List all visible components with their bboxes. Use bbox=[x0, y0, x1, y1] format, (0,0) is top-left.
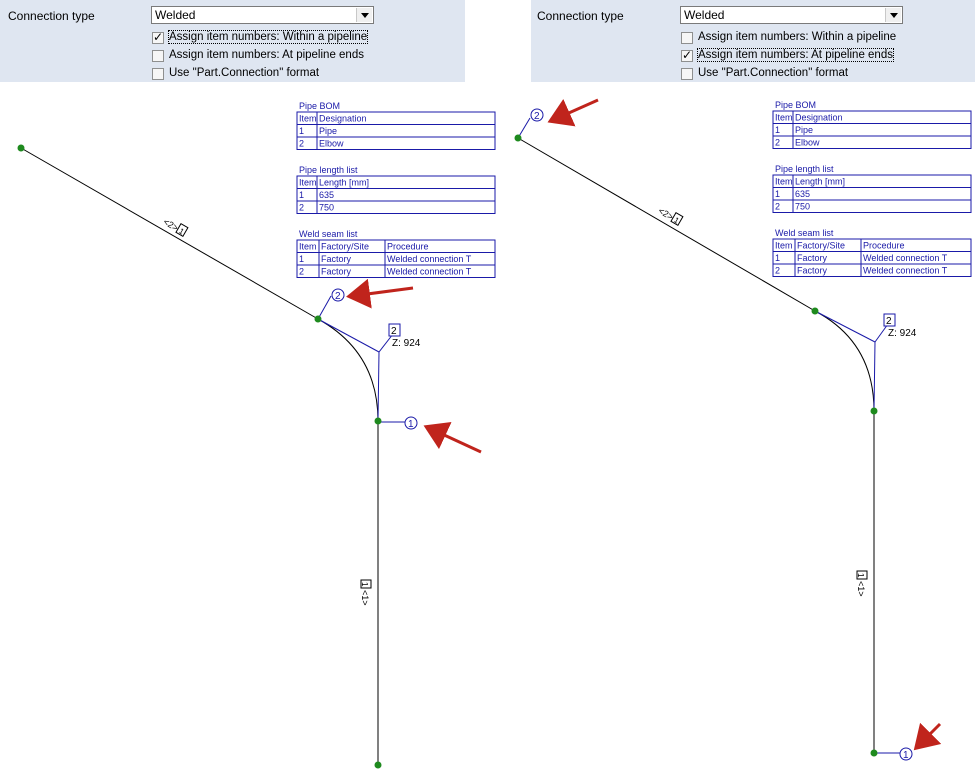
right-pipe-tag-lower-text: <1> bbox=[856, 581, 866, 597]
right-pipe-tag-lower-box-text: 1 bbox=[856, 573, 865, 578]
left-elbow-arc bbox=[317, 318, 379, 422]
left-pipe-tag-upper: <2> 1 bbox=[162, 217, 189, 238]
right-pipe-upper bbox=[517, 137, 816, 312]
right-elbow-leader-a bbox=[814, 310, 876, 343]
table-header-cell: Item bbox=[299, 178, 317, 188]
right-elbow-tag-text: 2 bbox=[886, 316, 892, 327]
right-node-elbow-start bbox=[811, 307, 819, 315]
left-elbow-leader-b bbox=[377, 351, 380, 422]
left-elbow-tag-text: 2 bbox=[391, 326, 397, 337]
table-header-cell: Item bbox=[775, 113, 793, 123]
left-table-pipe-length: Pipe length list Item Length [mm] 1 635 2 750 bbox=[296, 165, 496, 214]
right-highlight-arrow-a bbox=[547, 98, 599, 127]
table-cell: Welded connection T bbox=[863, 253, 948, 263]
table-cell: Elbow bbox=[319, 139, 344, 149]
right-node-end bbox=[870, 749, 878, 757]
table-cell: 2 bbox=[775, 202, 780, 212]
right-table-title: Weld seam list bbox=[775, 228, 834, 238]
right-table-title: Pipe length list bbox=[775, 164, 834, 174]
left-highlight-arrow-a bbox=[346, 278, 414, 309]
table-header-cell: Length [mm] bbox=[319, 178, 369, 188]
tables-layer: Pipe BOMItem Designation1 Pipe2 ElbowPipe l… bbox=[296, 100, 972, 278]
right-weld-marker-2-text: 2 bbox=[534, 111, 540, 122]
table-header-cell: Factory/Site bbox=[797, 241, 845, 251]
right-highlight-arrow-b bbox=[913, 722, 942, 751]
left-pipe-tag-lower-text: <1> bbox=[360, 590, 370, 606]
left-weld-marker-1-text: 1 bbox=[408, 419, 414, 430]
right-node-elbow-end bbox=[870, 407, 878, 415]
table-header-cell: Item bbox=[299, 242, 317, 252]
table-cell: 750 bbox=[795, 202, 810, 212]
drawing-canvas: 2 Z: 924 2 1 <2> 1 1 <1> 2 Z: 924 2 1 <2… bbox=[17, 98, 972, 769]
left-node-start bbox=[17, 144, 25, 152]
table-cell: Factory bbox=[797, 266, 828, 276]
left-node-end bbox=[374, 761, 382, 769]
right-pipe-tag-lower: 1 <1> bbox=[856, 570, 868, 597]
table-cell: 1 bbox=[299, 254, 304, 264]
left-highlight-arrow-b bbox=[423, 421, 482, 454]
left-node-elbow-end bbox=[374, 417, 382, 425]
left-table-title: Weld seam list bbox=[299, 229, 358, 239]
table-cell: 1 bbox=[775, 125, 780, 135]
left-table-title: Pipe length list bbox=[299, 165, 358, 175]
table-cell: Elbow bbox=[795, 138, 820, 148]
right-table-pipe-length: Pipe length list Item Length [mm] 1 635 2 750 bbox=[772, 164, 972, 213]
table-cell: 2 bbox=[299, 203, 304, 213]
left-table-title: Pipe BOM bbox=[299, 101, 340, 111]
table-cell: 1 bbox=[299, 126, 304, 136]
left-pipe-tag-lower: 1 <1> bbox=[360, 579, 372, 606]
table-cell: Pipe bbox=[319, 126, 337, 136]
table-cell: 2 bbox=[299, 267, 304, 277]
left-pipe-upper bbox=[20, 147, 319, 320]
table-header-cell: Procedure bbox=[863, 241, 905, 251]
left-elbow-leader-a bbox=[317, 318, 380, 353]
table-cell: 635 bbox=[319, 190, 334, 200]
left-table-pipe-bom: Pipe BOM Item Designation 1 Pipe 2 Elbow bbox=[296, 101, 496, 150]
right-table-pipe-bom: Pipe BOM Item Designation 1 Pipe 2 Elbow bbox=[772, 100, 972, 149]
left-drawing: 2 Z: 924 2 1 <2> 1 1 <1> bbox=[17, 144, 482, 769]
table-cell: Factory bbox=[797, 253, 828, 263]
table-header-cell: Designation bbox=[319, 114, 367, 124]
right-node-start bbox=[514, 134, 522, 142]
table-cell: 2 bbox=[299, 139, 304, 149]
table-cell: 2 bbox=[775, 266, 780, 276]
left-pipe-tag-lower-box-text: 1 bbox=[360, 582, 369, 587]
table-cell: Welded connection T bbox=[387, 254, 472, 264]
left-table-weld-seam: Weld seam list Item Factory/Site Procedure 1… bbox=[296, 229, 496, 278]
table-header-cell: Item bbox=[775, 241, 793, 251]
table-cell: 1 bbox=[775, 253, 780, 263]
left-weld-leader-2 bbox=[317, 295, 332, 320]
right-pipe-tag-upper: <2> 1 bbox=[657, 206, 684, 227]
table-header-cell: Length [mm] bbox=[795, 177, 845, 187]
table-cell: 1 bbox=[775, 189, 780, 199]
table-header-cell: Designation bbox=[795, 113, 843, 123]
left-weld-marker-2-text: 2 bbox=[335, 291, 341, 302]
right-weld-marker-1-text: 1 bbox=[903, 750, 909, 761]
right-table-weld-seam: Weld seam list Item Factory/Site Procedure 1… bbox=[772, 228, 972, 277]
table-cell: Factory bbox=[321, 267, 352, 277]
table-cell: Welded connection T bbox=[863, 266, 948, 276]
table-cell: 635 bbox=[795, 189, 810, 199]
right-drawing: 2 Z: 924 2 1 <2> 1 1 <1> bbox=[514, 98, 942, 761]
table-header-cell: Item bbox=[775, 177, 793, 187]
table-cell: 1 bbox=[299, 190, 304, 200]
table-cell: 2 bbox=[775, 138, 780, 148]
table-cell: Welded connection T bbox=[387, 267, 472, 277]
table-header-cell: Procedure bbox=[387, 242, 429, 252]
table-header-cell: Item bbox=[299, 114, 317, 124]
left-node-elbow-start bbox=[314, 315, 322, 323]
right-elbow-leader-b bbox=[873, 341, 876, 412]
left-z-label: Z: 924 bbox=[392, 338, 421, 349]
table-header-cell: Factory/Site bbox=[321, 242, 369, 252]
right-table-title: Pipe BOM bbox=[775, 100, 816, 110]
right-z-label: Z: 924 bbox=[888, 328, 917, 339]
table-cell: 750 bbox=[319, 203, 334, 213]
table-cell: Factory bbox=[321, 254, 352, 264]
table-cell: Pipe bbox=[795, 125, 813, 135]
